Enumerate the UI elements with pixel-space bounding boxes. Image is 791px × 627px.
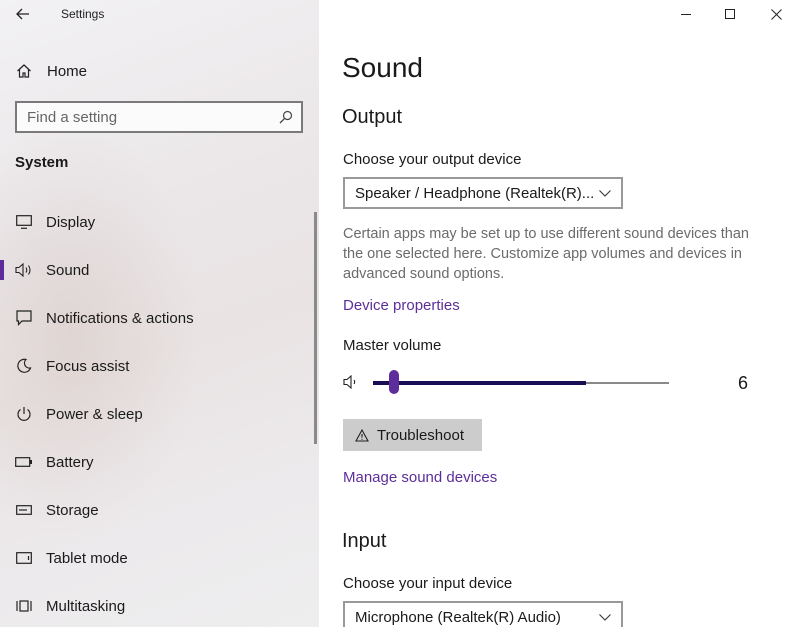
sidebar-item-focus-assist[interactable]: Focus assist bbox=[0, 348, 319, 384]
warning-icon bbox=[355, 428, 369, 442]
input-device-value: Microphone (Realtek(R) Audio) bbox=[355, 608, 561, 626]
back-arrow-icon bbox=[16, 8, 29, 20]
sidebar-item-power-sleep[interactable]: Power & sleep bbox=[0, 396, 319, 432]
sidebar-item-home[interactable]: Home bbox=[16, 60, 87, 82]
output-description: Certain apps may be set up to use differ… bbox=[343, 226, 749, 282]
minimize-button[interactable] bbox=[663, 0, 709, 28]
storage-icon bbox=[14, 505, 34, 515]
sidebar: Settings Home System Display Sound Notif… bbox=[0, 0, 319, 627]
sidebar-item-tablet-mode[interactable]: Tablet mode bbox=[0, 540, 319, 576]
sidebar-item-sound[interactable]: Sound bbox=[0, 252, 319, 288]
search-icon[interactable] bbox=[279, 110, 293, 124]
power-icon bbox=[14, 406, 34, 422]
maximize-button[interactable] bbox=[707, 0, 753, 28]
moon-icon bbox=[14, 358, 34, 374]
sidebar-item-label: Battery bbox=[46, 453, 94, 471]
display-icon bbox=[14, 215, 34, 229]
output-device-dropdown[interactable]: Speaker / Headphone (Realtek(R)... bbox=[343, 177, 623, 209]
section-title-system: System bbox=[15, 154, 69, 171]
close-button[interactable] bbox=[753, 0, 791, 28]
sidebar-item-storage[interactable]: Storage bbox=[0, 492, 319, 528]
back-button[interactable] bbox=[10, 3, 36, 25]
sidebar-item-display[interactable]: Display bbox=[0, 204, 319, 240]
troubleshoot-label: Troubleshoot bbox=[377, 426, 464, 444]
volume-slider-thumb[interactable] bbox=[388, 370, 399, 394]
search-box[interactable] bbox=[15, 101, 303, 133]
sidebar-item-label: Multitasking bbox=[46, 597, 126, 615]
home-icon bbox=[17, 64, 31, 78]
maximize-icon bbox=[725, 9, 735, 19]
volume-value: 6 bbox=[738, 373, 749, 393]
master-volume-label: Master volume bbox=[343, 337, 442, 354]
sidebar-item-label: Sound bbox=[46, 261, 90, 279]
output-device-label: Choose your output device bbox=[343, 151, 522, 168]
chevron-down-icon bbox=[599, 189, 611, 197]
chevron-down-icon bbox=[599, 613, 611, 621]
sidebar-item-label: Tablet mode bbox=[46, 549, 128, 567]
speaker-icon bbox=[14, 263, 34, 277]
volume-slider-track[interactable] bbox=[373, 370, 669, 394]
page-title: Sound bbox=[342, 52, 423, 83]
master-volume-row: 6 bbox=[343, 370, 783, 396]
volume-icon[interactable] bbox=[343, 375, 359, 389]
multitasking-icon bbox=[14, 598, 34, 614]
sidebar-item-multitasking[interactable]: Multitasking bbox=[0, 588, 319, 624]
troubleshoot-button[interactable]: Troubleshoot bbox=[343, 419, 482, 451]
main-content: Sound Output Choose your output device S… bbox=[319, 0, 791, 627]
sidebar-scrollbar[interactable] bbox=[314, 212, 317, 444]
minimize-icon bbox=[681, 14, 691, 15]
volume-slider-fill bbox=[373, 381, 586, 385]
input-heading: Input bbox=[342, 530, 387, 552]
window-title: Settings bbox=[61, 7, 105, 21]
input-device-dropdown[interactable]: Microphone (Realtek(R) Audio) bbox=[343, 601, 623, 627]
output-device-value: Speaker / Headphone (Realtek(R)... bbox=[355, 184, 595, 202]
sidebar-item-label: Focus assist bbox=[46, 357, 130, 375]
home-label: Home bbox=[47, 62, 88, 80]
device-properties-link[interactable]: Device properties bbox=[343, 297, 460, 314]
sidebar-item-label: Notifications & actions bbox=[46, 309, 194, 327]
close-icon bbox=[770, 8, 782, 20]
notification-icon bbox=[14, 310, 34, 326]
sidebar-item-label: Power & sleep bbox=[46, 405, 143, 423]
sidebar-item-label: Storage bbox=[46, 501, 99, 519]
output-heading: Output bbox=[342, 106, 403, 128]
tablet-icon bbox=[14, 552, 34, 564]
battery-icon bbox=[14, 457, 34, 467]
input-device-label: Choose your input device bbox=[343, 575, 513, 592]
sidebar-item-notifications[interactable]: Notifications & actions bbox=[0, 300, 319, 336]
sidebar-item-label: Display bbox=[46, 213, 96, 231]
sidebar-item-battery[interactable]: Battery bbox=[0, 444, 319, 480]
manage-sound-devices-link[interactable]: Manage sound devices bbox=[343, 469, 497, 486]
search-input[interactable] bbox=[27, 108, 279, 126]
